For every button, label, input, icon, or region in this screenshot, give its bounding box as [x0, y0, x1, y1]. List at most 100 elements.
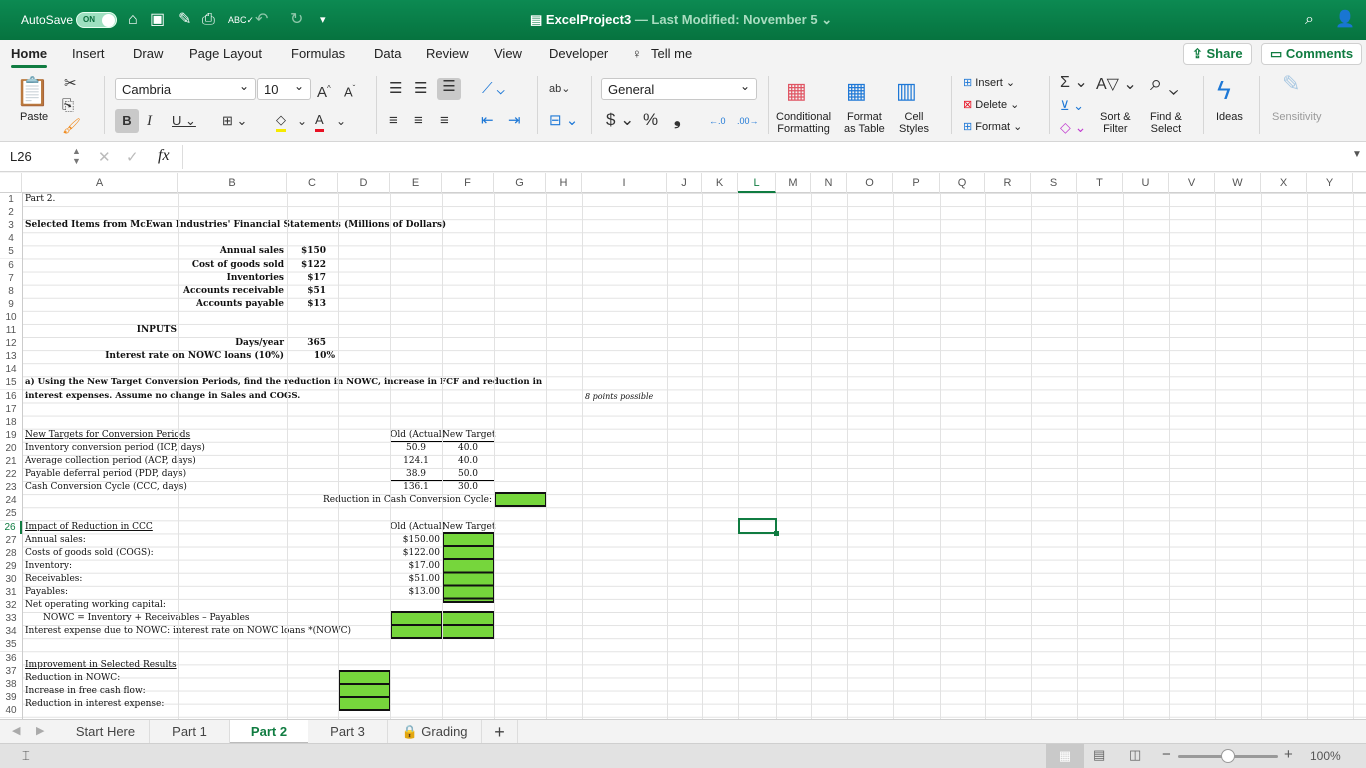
row-header-10[interactable]: 10	[0, 310, 22, 324]
points-possible[interactable]: 8 points possible	[585, 390, 653, 403]
enter-check-icon[interactable]: ✓	[126, 148, 139, 166]
insert-function-icon[interactable]: fx	[158, 147, 170, 165]
search-icon[interactable]: ⌕	[1305, 10, 1314, 30]
impact-label-receivables[interactable]: Receivables:	[25, 573, 82, 586]
align-center-icon[interactable]: ≡	[414, 112, 423, 130]
row-header-38[interactable]: 38	[0, 677, 22, 691]
previous-sheet-icon[interactable]: ◀	[12, 724, 20, 737]
label-annual-sales[interactable]: Annual sales	[178, 245, 284, 258]
save-icon[interactable]: ▣	[150, 10, 165, 30]
column-header-t[interactable]: T	[1077, 173, 1123, 193]
insert-cells-button[interactable]: ⊞ Insert ⌄	[963, 77, 1015, 89]
improvement-label-fcf[interactable]: Increase in free cash flow:	[25, 685, 146, 698]
row-header-28[interactable]: 28	[0, 546, 22, 560]
paste-label[interactable]: Paste	[20, 111, 48, 123]
column-header-x[interactable]: X	[1261, 173, 1307, 193]
column-header-e[interactable]: E	[390, 173, 442, 193]
orientation-icon[interactable]: ⟋ ⌄	[482, 80, 505, 98]
row-header-23[interactable]: 23	[0, 481, 22, 495]
currency-format-icon[interactable]: $ ⌄	[606, 111, 634, 129]
row-header-14[interactable]: 14	[0, 363, 22, 377]
autosum-icon[interactable]: Σ ⌄	[1060, 74, 1088, 92]
impact-old-receivables[interactable]: $51.00	[390, 573, 441, 586]
row-header-22[interactable]: 22	[0, 468, 22, 482]
formula-input[interactable]	[182, 145, 1342, 169]
macro-record-icon[interactable]: ⌶	[22, 748, 30, 764]
row-header-20[interactable]: 20	[0, 441, 22, 455]
row-header-26[interactable]: 26	[0, 520, 22, 534]
new-target-header[interactable]: New Target	[442, 429, 495, 442]
improvement-header[interactable]: Improvement in Selected Results	[25, 659, 177, 672]
row-header-24[interactable]: 24	[0, 494, 22, 508]
question-line-1[interactable]: a) Using the New Target Conversion Perio…	[25, 376, 542, 389]
value-accounts-receivable[interactable]: $51	[287, 285, 326, 298]
improvement-label-nowc[interactable]: Reduction in NOWC:	[25, 672, 120, 685]
conditional-formatting-button[interactable]: Conditional Formatting	[776, 111, 831, 135]
underline-button[interactable]: U ⌄	[172, 112, 196, 130]
tab-insert[interactable]: Insert	[72, 46, 105, 61]
add-sheet-button[interactable]: +	[482, 720, 518, 744]
find-select-icon[interactable]: ⌕ ⌄	[1150, 72, 1179, 94]
question-line-2[interactable]: interest expenses. Assume no change in S…	[25, 390, 300, 403]
row-header-4[interactable]: 4	[0, 232, 22, 246]
target-old-icp[interactable]: 50.9	[390, 442, 442, 455]
row-header-16[interactable]: 16	[0, 389, 22, 403]
chevron-down-icon[interactable]: ⌄	[336, 112, 346, 130]
sheet-tab-part-1[interactable]: Part 1	[150, 720, 230, 744]
conditional-formatting-icon[interactable]: ▦	[786, 78, 807, 104]
increase-decimal-icon[interactable]: ←.0	[709, 112, 726, 130]
decrease-font-size-icon[interactable]: Aˇ	[344, 80, 355, 101]
impact-label-cogs[interactable]: Costs of goods sold (COGS):	[25, 547, 154, 560]
cell-a3-heading[interactable]: Selected Items from McEwan Industries' F…	[25, 219, 446, 232]
ideas-icon[interactable]: ϟ	[1217, 75, 1231, 105]
column-header-j[interactable]: J	[667, 173, 702, 193]
undo-icon[interactable]: ↶	[255, 10, 268, 30]
row-header-37[interactable]: 37	[0, 664, 22, 678]
sheet-tab-part-3[interactable]: Part 3	[308, 720, 388, 744]
comments-button[interactable]: ▭ Comments	[1261, 43, 1363, 65]
column-header-g[interactable]: G	[494, 173, 546, 193]
target-label-pdp[interactable]: Payable deferral period (PDP, days)	[25, 468, 186, 481]
column-header-c[interactable]: C	[287, 173, 338, 193]
column-header-b[interactable]: B	[178, 173, 287, 193]
row-header-1[interactable]: 1	[0, 193, 22, 206]
cell-styles-icon[interactable]: ▥	[896, 78, 917, 104]
value-days-year[interactable]: 365	[287, 337, 326, 350]
sheet-tab-part-2[interactable]: Part 2	[230, 720, 308, 744]
cell-styles-button[interactable]: Cell Styles	[899, 111, 929, 135]
row-header-33[interactable]: 33	[0, 612, 22, 626]
nowc-label[interactable]: Net operating working capital:	[25, 599, 166, 612]
impact-old-header[interactable]: Old (Actual)	[390, 521, 445, 534]
find-select-button[interactable]: Find & Select	[1150, 111, 1182, 135]
impact-new-target-inputs[interactable]	[442, 532, 495, 603]
interest-old-input[interactable]	[390, 624, 443, 639]
percent-format-icon[interactable]: %	[643, 111, 658, 129]
column-header-n[interactable]: N	[811, 173, 847, 193]
column-header-o[interactable]: O	[847, 173, 893, 193]
tell-me-search[interactable]: Tell me	[651, 46, 692, 61]
zoom-slider-knob[interactable]	[1221, 749, 1235, 763]
zoom-out-button[interactable]: −	[1162, 746, 1171, 763]
row-header-34[interactable]: 34	[0, 625, 22, 639]
value-annual-sales[interactable]: $150	[287, 245, 326, 258]
column-header-h[interactable]: H	[546, 173, 582, 193]
zoom-level[interactable]: 100%	[1310, 749, 1341, 763]
column-header-f[interactable]: F	[442, 173, 494, 193]
nowc-formula[interactable]: NOWC = Inventory + Receivables – Payable…	[43, 612, 250, 625]
increase-font-size-icon[interactable]: A^	[317, 80, 331, 102]
impact-label-inventory[interactable]: Inventory:	[25, 560, 72, 573]
row-header-29[interactable]: 29	[0, 559, 22, 573]
row-header-7[interactable]: 7	[0, 271, 22, 285]
target-old-ccc[interactable]: 136.1	[390, 481, 442, 494]
reduction-ccc-input[interactable]	[494, 492, 547, 507]
label-cogs[interactable]: Cost of goods sold	[178, 259, 284, 272]
value-cogs[interactable]: $122	[287, 259, 326, 272]
font-name-select[interactable]: Cambria	[115, 78, 256, 100]
sheet-tab-start-here[interactable]: Start Here	[62, 720, 150, 744]
fill-color-icon[interactable]: ◇	[276, 111, 286, 132]
column-header-m[interactable]: M	[776, 173, 811, 193]
clear-icon[interactable]: ◇ ⌄	[1060, 118, 1086, 136]
value-accounts-payable[interactable]: $13	[287, 298, 326, 311]
share-button[interactable]: ⇪ Share	[1183, 43, 1252, 65]
tab-review[interactable]: Review	[426, 46, 469, 61]
